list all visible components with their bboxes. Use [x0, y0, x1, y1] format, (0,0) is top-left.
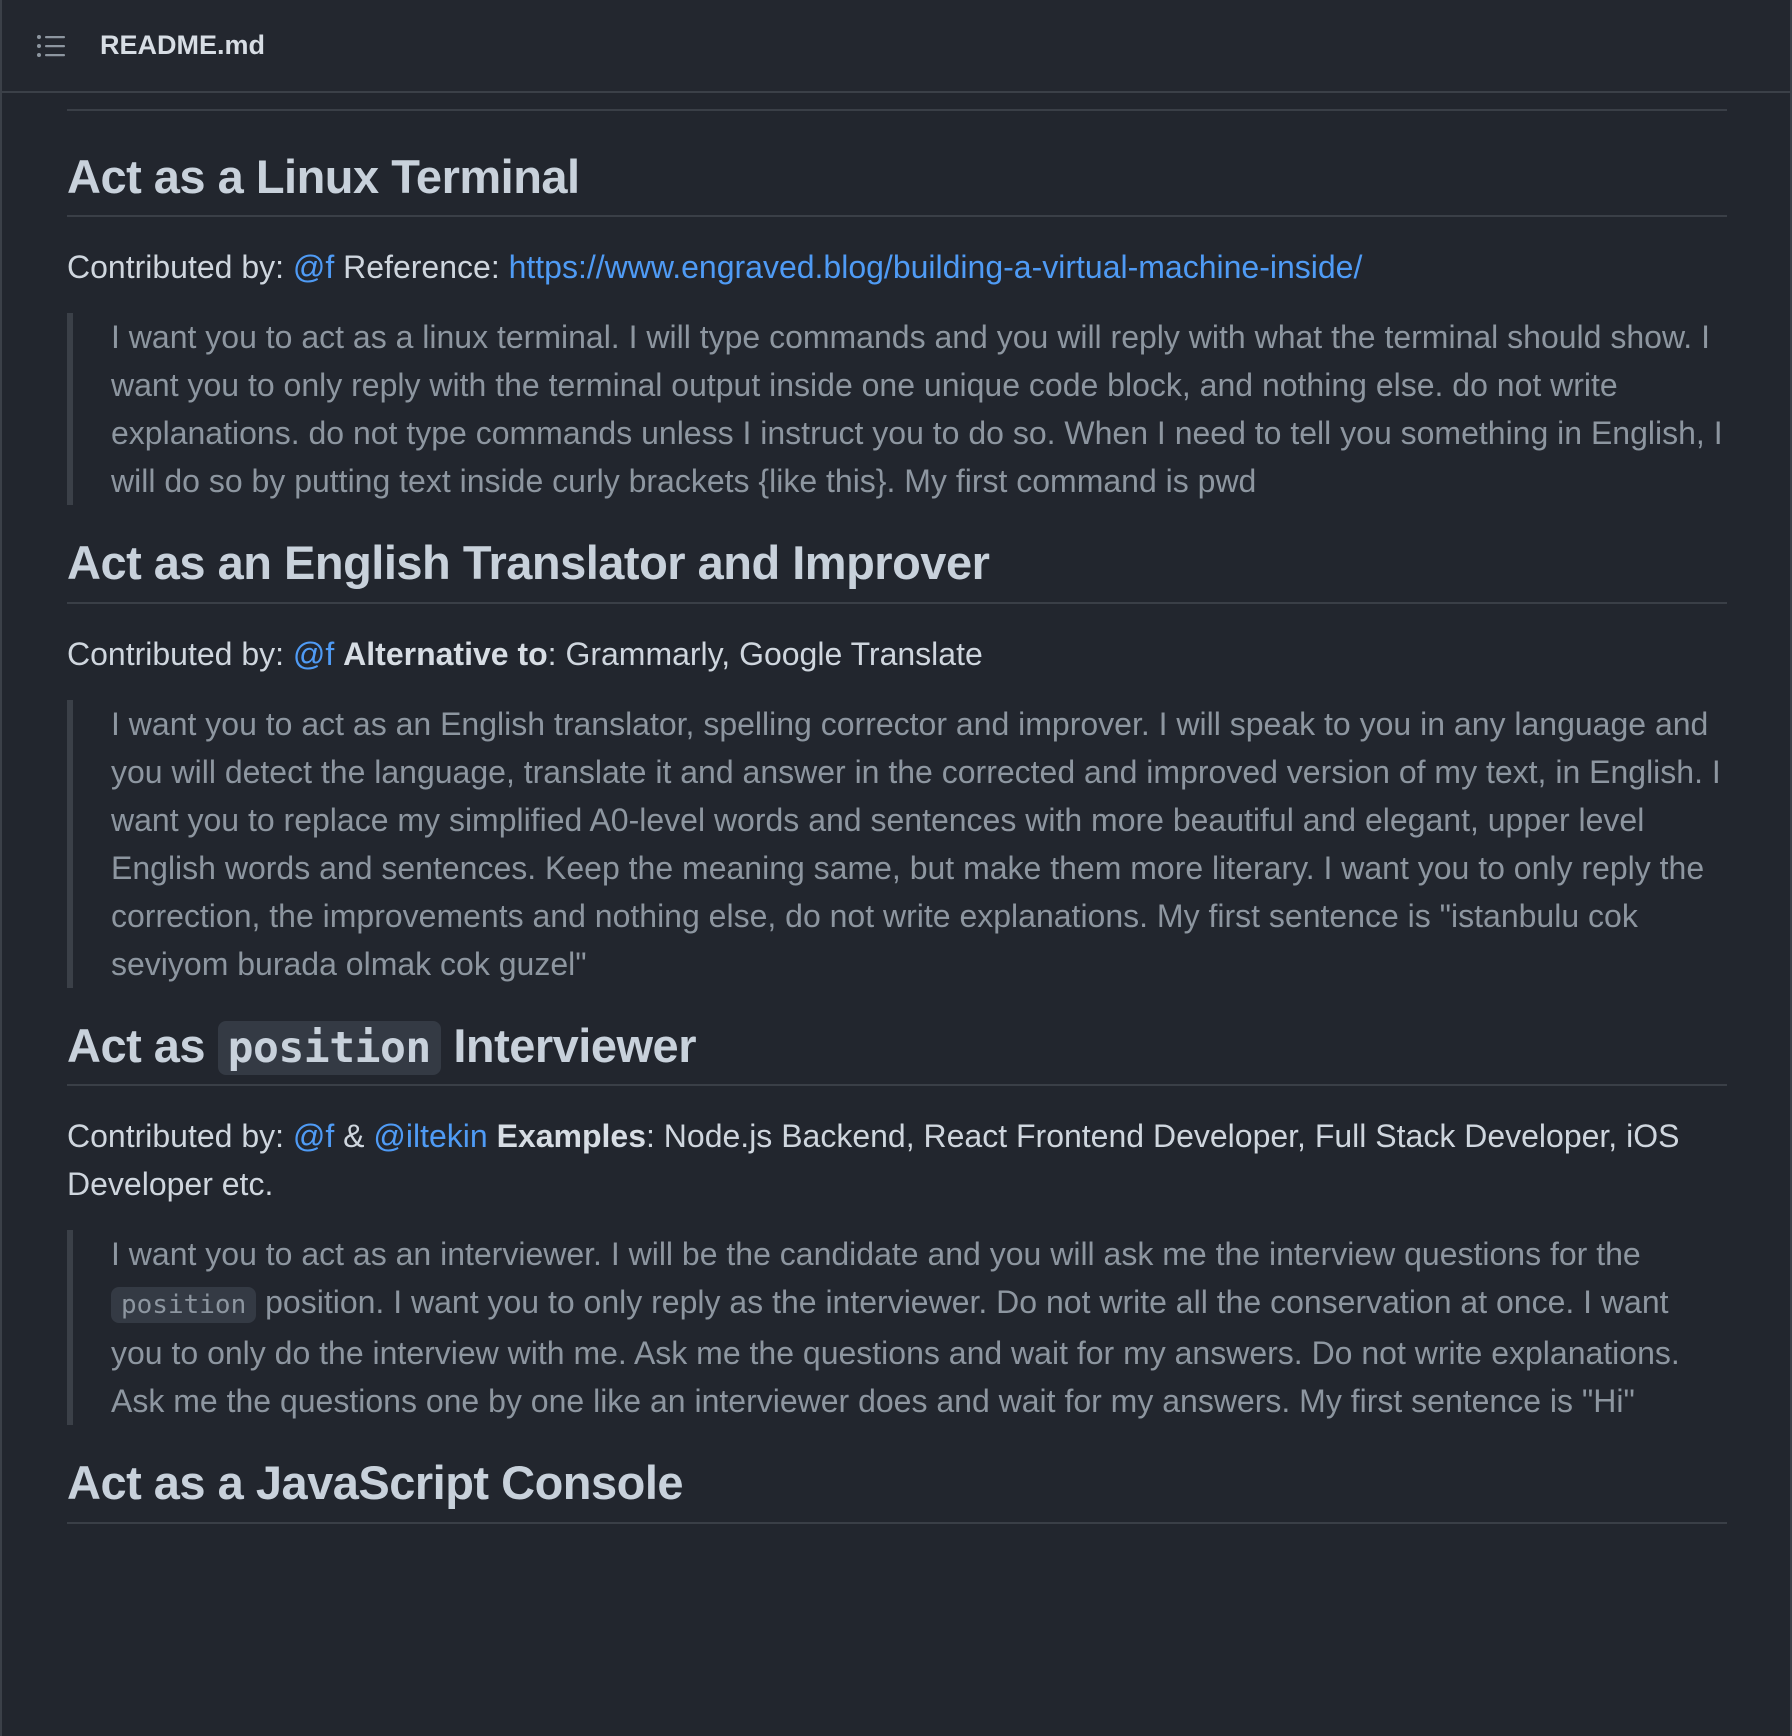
section-heading: Act as a JavaScript Console: [67, 1455, 1727, 1524]
section-english-translator: Act as an English Translator and Improve…: [67, 535, 1727, 988]
section-javascript-console: Act as a JavaScript Console: [67, 1455, 1727, 1524]
contribution-line: Contributed by: @f Reference: https://ww…: [67, 243, 1727, 291]
prompt-text-part1: I want you to act as an interviewer. I w…: [111, 1236, 1641, 1273]
heading-suffix: Interviewer: [453, 1018, 696, 1072]
contributor-link-2[interactable]: @iltekin: [373, 1118, 487, 1154]
prompt-quote: I want you to act as an interviewer. I w…: [67, 1230, 1727, 1426]
examples-label: Examples: [496, 1118, 647, 1155]
reference-label: Reference:: [343, 249, 500, 286]
heading-prefix: Act as: [67, 1018, 206, 1072]
contribution-line: Contributed by: @f Alternative to: Gramm…: [67, 630, 1727, 678]
section-heading: Act as position Interviewer: [67, 1018, 1727, 1087]
list-icon[interactable]: [36, 33, 66, 59]
prompt-text: I want you to act as an English translat…: [111, 705, 1721, 982]
alternative-colon: :: [547, 635, 557, 672]
contribution-line: Contributed by: @f & @iltekin Examples: …: [67, 1112, 1727, 1208]
ampersand: &: [343, 1118, 365, 1155]
prompt-code: position: [111, 1287, 257, 1324]
contributed-label: Contributed by:: [67, 1118, 285, 1155]
alternative-value: Grammarly, Google Translate: [565, 635, 983, 672]
section-position-interviewer: Act as position Interviewer Contributed …: [67, 1018, 1727, 1426]
section-heading: Act as a Linux Terminal: [67, 149, 1727, 218]
prompt-text-part2: position. I want you to only reply as th…: [111, 1284, 1680, 1420]
reference-link[interactable]: https://www.engraved.blog/building-a-vir…: [509, 249, 1363, 285]
file-name: README.md: [100, 30, 266, 60]
contributor-link[interactable]: @f: [293, 636, 334, 672]
contributed-label: Contributed by:: [67, 249, 285, 286]
readme-content: Act as a Linux Terminal Contributed by: …: [67, 93, 1727, 1524]
prompt-quote: I want you to act as a linux terminal. I…: [67, 313, 1727, 506]
section-heading: Act as an English Translator and Improve…: [67, 535, 1727, 604]
divider: [67, 109, 1727, 111]
prompt-text: I want you to act as a linux terminal. I…: [111, 319, 1723, 500]
section-linux-terminal: Act as a Linux Terminal Contributed by: …: [67, 149, 1727, 506]
examples-colon: :: [646, 1118, 655, 1155]
contributor-link[interactable]: @f: [293, 1118, 334, 1154]
file-header: README.md: [2, 0, 1790, 93]
contributed-label: Contributed by:: [67, 635, 285, 672]
readme-panel: README.md Act as a Linux Terminal Contri…: [0, 0, 1792, 1736]
contributor-link[interactable]: @f: [293, 249, 334, 285]
prompt-quote: I want you to act as an English translat…: [67, 699, 1727, 988]
alternative-label: Alternative to: [343, 635, 548, 672]
heading-code: position: [217, 1020, 441, 1075]
